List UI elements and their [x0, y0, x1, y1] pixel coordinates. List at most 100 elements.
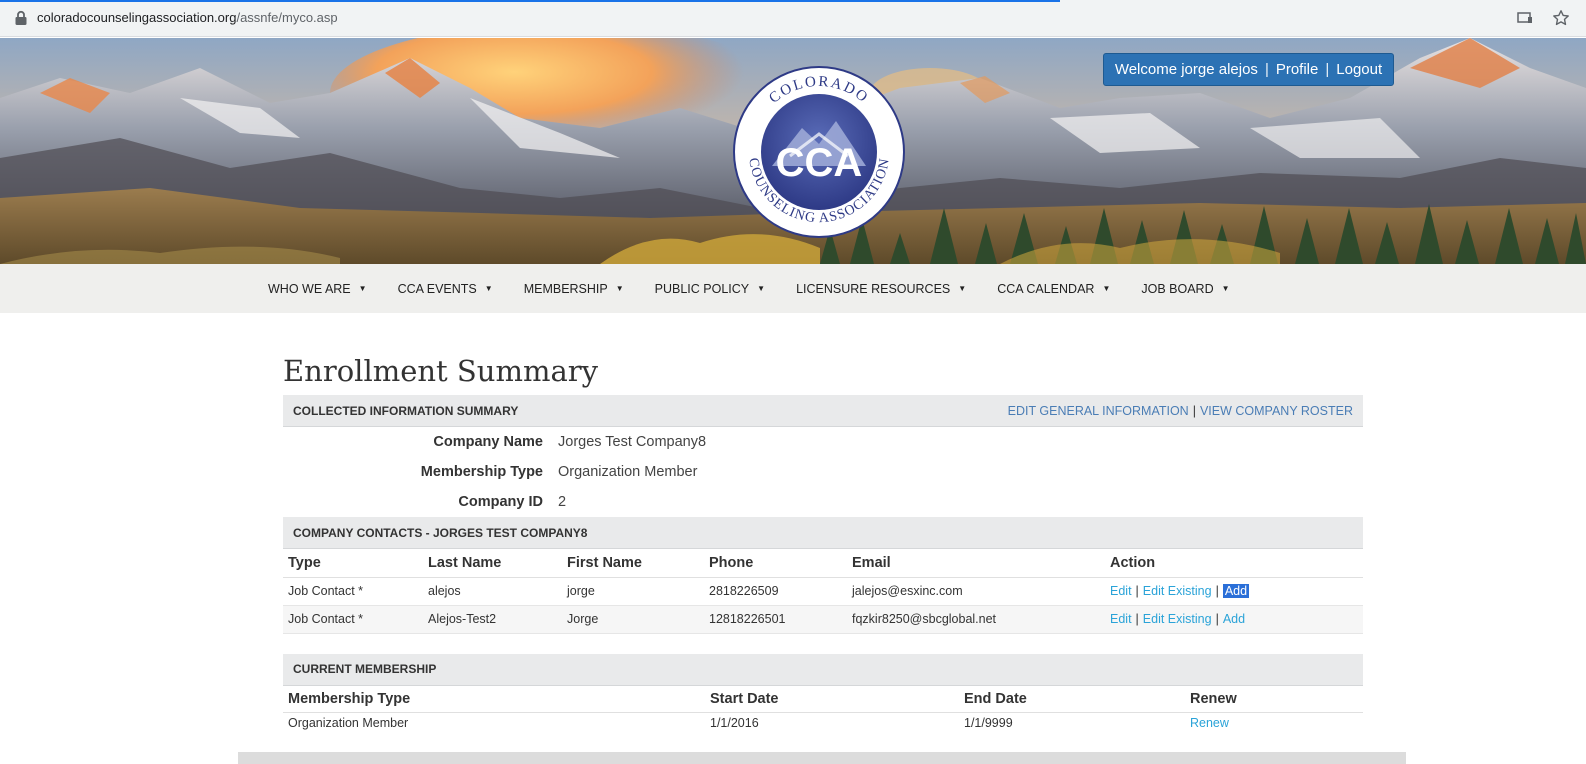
contact-actions: Edit | Edit Existing | Add [1105, 577, 1363, 606]
separator: | [1215, 584, 1219, 598]
contact-last-name: alejos [423, 577, 562, 606]
caret-down-icon: ▼ [615, 284, 624, 293]
field-label: Company Name [433, 434, 543, 450]
table-header-row: Type Last Name First Name Phone Email Ac… [283, 549, 1363, 578]
url-path: /assnfe/myco.asp [236, 10, 338, 25]
summary-section-header: COLLECTED INFORMATION SUMMARY EDIT GENER… [283, 395, 1363, 427]
caret-down-icon: ▼ [958, 284, 967, 293]
nav-item-cca-events[interactable]: CCA EVENTS ▼ [398, 282, 493, 296]
nav-label: PUBLIC POLICY [654, 281, 750, 296]
membership-type: Organization Member [288, 715, 409, 730]
welcome-text: Welcome jorge alejos [1114, 61, 1258, 78]
column-header: Renew [1185, 685, 1363, 713]
separator: | [1192, 403, 1196, 418]
edit-link[interactable]: Edit [1110, 584, 1132, 598]
bookmark-star-icon[interactable] [1552, 9, 1570, 27]
caret-down-icon: ▼ [484, 284, 493, 293]
renew-cell: Renew [1185, 713, 1363, 733]
field-value: 2 [558, 494, 567, 510]
column-header: Type [283, 549, 423, 578]
contact-phone: 2818226509 [704, 577, 847, 606]
contact-first-name: jorge [562, 577, 704, 606]
column-header: End Date [959, 685, 1185, 713]
footer-bar [238, 752, 1406, 764]
nav-item-cca-calendar[interactable]: CCA CALENDAR ▼ [997, 282, 1110, 296]
separator: | [1215, 612, 1219, 626]
edit-existing-link[interactable]: Edit Existing [1143, 584, 1212, 598]
nav-item-licensure-resources[interactable]: LICENSURE RESOURCES ▼ [796, 282, 966, 296]
caret-down-icon: ▼ [757, 284, 766, 293]
separator: | [1135, 612, 1139, 626]
column-header: Phone [704, 549, 847, 578]
nav-item-who-we-are[interactable]: WHO WE ARE ▼ [268, 282, 367, 296]
add-link[interactable]: Add [1222, 584, 1250, 598]
column-header: Membership Type [283, 685, 705, 713]
page-title: Enrollment Summary [283, 354, 599, 388]
edit-existing-link[interactable]: Edit Existing [1143, 612, 1212, 626]
table-row: Job Contact * Alejos-Test2 Jorge 1281822… [283, 605, 1363, 634]
column-header: First Name [562, 549, 704, 578]
membership-section-header: CURRENT MEMBERSHIP [283, 653, 1363, 686]
section-title: COLLECTED INFORMATION SUMMARY [293, 403, 519, 418]
view-company-roster-link[interactable]: VIEW COMPANY ROSTER [1200, 404, 1353, 418]
membership-end-date: 1/1/9999 [964, 715, 1013, 730]
tab-indicator [0, 0, 1060, 2]
field-label: Company ID [458, 494, 543, 510]
caret-down-icon: ▼ [358, 284, 367, 293]
user-welcome-bar: Welcome jorge alejos | Profile | Logout [1103, 53, 1394, 86]
caret-down-icon: ▼ [1221, 284, 1230, 293]
edit-link[interactable]: Edit [1110, 612, 1132, 626]
section-title: CURRENT MEMBERSHIP [293, 662, 437, 676]
nav-label: MEMBERSHIP [523, 281, 608, 296]
contacts-section-header: COMPANY CONTACTS - JORGES TEST COMPANY8 [283, 517, 1363, 549]
cast-icon[interactable] [1516, 9, 1534, 27]
logo-text: CCA [776, 141, 863, 185]
summary-fields: Company Name Jorges Test Company8 Member… [283, 427, 1363, 517]
membership-start-date: 1/1/2016 [710, 715, 759, 730]
browser-address-bar: coloradocounselingassociation.org/assnfe… [0, 0, 1586, 37]
caret-down-icon: ▼ [1102, 284, 1111, 293]
contact-email: jalejos@esxinc.com [847, 577, 1105, 606]
contact-phone: 12818226501 [704, 605, 847, 634]
membership-table: Membership Type Start Date End Date Rene… [283, 685, 1363, 733]
main-nav: WHO WE ARE ▼ CCA EVENTS ▼ MEMBERSHIP ▼ PUBL… [0, 264, 1586, 313]
column-header: Start Date [705, 685, 959, 713]
nav-item-public-policy[interactable]: PUBLIC POLICY ▼ [655, 282, 765, 296]
separator: | [1135, 584, 1139, 598]
table-row: Organization Member 1/1/2016 1/1/9999 Re… [283, 713, 1363, 733]
nav-label: CCA CALENDAR [997, 281, 1095, 296]
url-host: coloradocounselingassociation.org [37, 10, 237, 25]
contact-actions: Edit | Edit Existing | Add [1105, 605, 1363, 634]
url-field[interactable]: coloradocounselingassociation.org/assnfe… [37, 10, 338, 25]
renew-link[interactable]: Renew [1190, 716, 1229, 730]
contact-type: Job Contact * [283, 605, 423, 634]
cca-logo[interactable]: CCA COLORADO COUNSELING ASSOCIATION [732, 66, 906, 238]
contact-last-name: Alejos-Test2 [423, 605, 562, 634]
logout-link[interactable]: Logout [1336, 61, 1382, 78]
table-header-row: Membership Type Start Date End Date Rene… [283, 685, 1363, 713]
summary-actions: EDIT GENERAL INFORMATION | VIEW COMPANY RO… [1008, 404, 1353, 418]
nav-item-membership[interactable]: MEMBERSHIP ▼ [524, 282, 624, 296]
field-row: Company ID 2 [283, 487, 1363, 517]
field-row: Membership Type Organization Member [283, 457, 1363, 487]
contact-email: fqzkir8250@sbcglobal.net [847, 605, 1105, 634]
nav-label: CCA EVENTS [397, 281, 477, 296]
table-row: Job Contact * alejos jorge 2818226509 ja… [283, 577, 1363, 606]
field-label: Membership Type [420, 464, 543, 480]
profile-link[interactable]: Profile [1276, 61, 1319, 78]
separator: | [1264, 61, 1269, 78]
nav-item-job-board[interactable]: JOB BOARD ▼ [1141, 282, 1229, 296]
section-title: COMPANY CONTACTS - JORGES TEST COMPANY8 [293, 525, 588, 540]
field-value: Jorges Test Company8 [558, 434, 707, 450]
nav-label: LICENSURE RESOURCES [796, 281, 951, 296]
add-link[interactable]: Add [1223, 612, 1245, 626]
edit-general-information-link[interactable]: EDIT GENERAL INFORMATION [1008, 404, 1189, 418]
column-header: Email [847, 549, 1105, 578]
contacts-table: Type Last Name First Name Phone Email Ac… [283, 549, 1363, 634]
contact-first-name: Jorge [562, 605, 704, 634]
nav-label: WHO WE ARE [268, 281, 351, 296]
separator: | [1325, 61, 1330, 78]
column-header: Action [1105, 549, 1363, 578]
field-value: Organization Member [558, 464, 698, 480]
